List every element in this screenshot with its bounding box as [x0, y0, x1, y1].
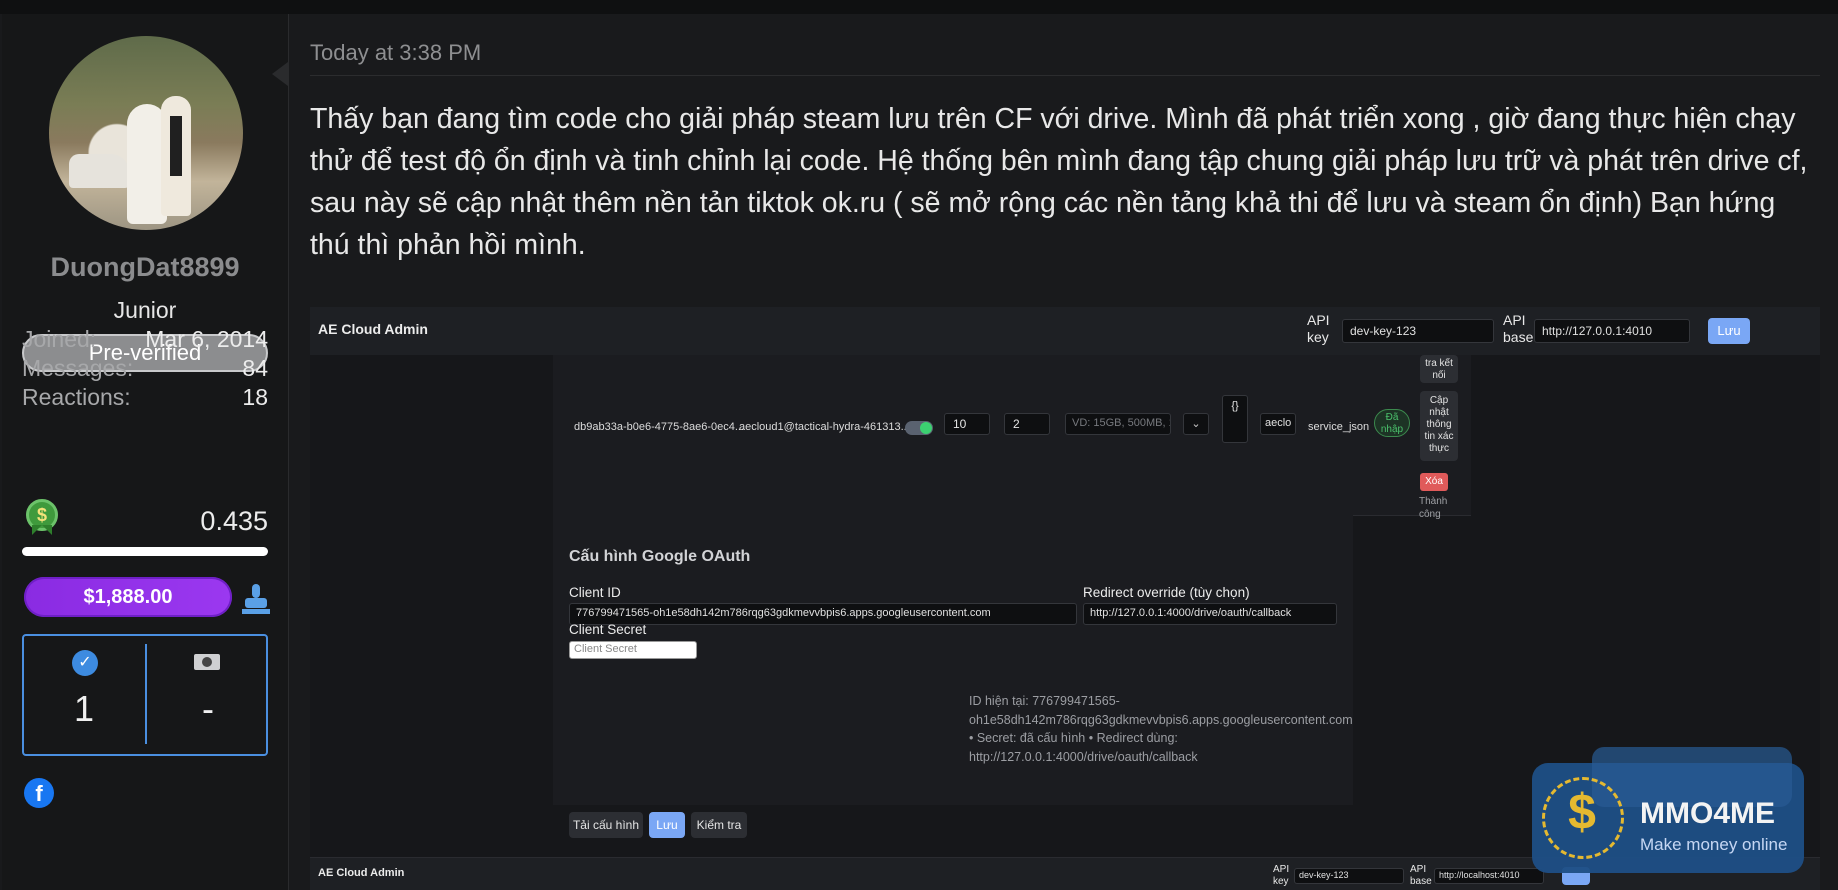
- json-textarea[interactable]: {}: [1222, 395, 1248, 443]
- mmo4me-watermark: $ MMO4ME Make money online: [1532, 747, 1804, 873]
- admin-sidebar: [310, 355, 550, 890]
- stat-label: Messages:: [22, 355, 134, 381]
- weight-input[interactable]: 2: [1004, 413, 1050, 435]
- api-base-label-2: API base: [1410, 864, 1432, 887]
- redirect-label: Redirect override (tùy chọn): [1083, 585, 1250, 600]
- user-column: DuongDat8899 Junior Pre-verified Joined:…: [2, 14, 289, 890]
- trophy-divider: [145, 644, 147, 744]
- api-base-input[interactable]: http://127.0.0.1:4010: [1534, 319, 1690, 343]
- divider: [310, 75, 1820, 76]
- facebook-icon[interactable]: f: [24, 778, 54, 808]
- stat-reactions: Reactions: 18: [22, 384, 268, 411]
- stat-messages: Messages: 84: [22, 355, 268, 382]
- stat-value[interactable]: 84: [242, 355, 268, 382]
- watermark-name: MMO4ME: [1640, 797, 1775, 830]
- avatar-car: [69, 154, 129, 188]
- points-progress-bar: [22, 547, 268, 556]
- post-timestamp[interactable]: Today at 3:38 PM: [310, 40, 481, 66]
- quota-input[interactable]: VD: 15GB, 500MB, 1: [1065, 413, 1171, 435]
- balance-badge[interactable]: $1,888.00: [24, 577, 232, 617]
- credential-type: service_json: [1308, 421, 1370, 433]
- oauth-heading: Cấu hình Google OAuth: [569, 548, 751, 565]
- points-value: 0.435: [200, 506, 268, 536]
- unit-select[interactable]: ⌄: [1183, 413, 1209, 435]
- oauth-save-button[interactable]: Lưu: [649, 812, 685, 838]
- cash-icon: [194, 654, 220, 670]
- reload-config-button[interactable]: Tải cấu hình: [569, 812, 643, 838]
- oauth-check-button[interactable]: Kiểm tra: [691, 812, 747, 838]
- client-secret-label: Client Secret: [569, 622, 647, 637]
- api-base-label: API base: [1503, 312, 1534, 345]
- trophy-count: 1: [73, 688, 95, 729]
- client-secret-input[interactable]: Client Secret: [569, 641, 697, 659]
- status-badge: Đã nhập: [1374, 409, 1410, 437]
- short-name-input[interactable]: aeclo: [1260, 413, 1296, 435]
- api-key-label: API key: [1307, 312, 1330, 345]
- watermark-tagline: Make money online: [1640, 835, 1788, 854]
- update-credentials-button[interactable]: Cập nhật thông tin xác thực: [1420, 391, 1458, 461]
- admin-right-area: [1471, 355, 1820, 805]
- stat-label: Reactions:: [22, 384, 131, 410]
- priority-input[interactable]: 10: [944, 413, 990, 435]
- check-connection-button[interactable]: tra kết nối: [1420, 355, 1458, 383]
- api-base-input-2[interactable]: http://localhost:4010: [1434, 868, 1544, 884]
- stat-value: 18: [242, 384, 268, 410]
- account-email: aecloud1@tactical-hydra-461313...: [739, 421, 910, 433]
- stat-value: Mar 6, 2014: [145, 326, 268, 352]
- delete-button[interactable]: Xóa: [1420, 473, 1448, 491]
- save-button[interactable]: Lưu: [1708, 318, 1750, 344]
- account-row: db9ab33a-b0e6-4775-8ae6-0ec4... aecloud1…: [553, 355, 1471, 520]
- points-progress-fill: [22, 547, 268, 556]
- account-enabled-toggle[interactable]: [905, 421, 933, 435]
- api-key-input[interactable]: dev-key-123: [1342, 319, 1494, 343]
- result-text: Thành công: [1419, 496, 1448, 520]
- post-body: Thấy bạn đang tìm code cho giải pháp ste…: [310, 103, 1808, 261]
- stat-label: Joined:: [22, 326, 97, 352]
- username[interactable]: DuongDat8899: [2, 252, 288, 283]
- admin-brand-2: AE Cloud Admin: [318, 867, 405, 879]
- trophy-box: ✓ 1 -: [22, 634, 268, 756]
- redirect-input[interactable]: http://127.0.0.1:4000/drive/oauth/callba…: [1083, 603, 1337, 625]
- admin-header: AE Cloud Admin API key dev-key-123 API b…: [310, 307, 1820, 355]
- dollar-icon: $: [1568, 784, 1596, 840]
- points-award-icon: $: [24, 499, 60, 543]
- avatar[interactable]: [49, 36, 243, 230]
- oauth-hint: ID hiện tại: 776799471565-oh1e58dh142m78…: [969, 694, 1353, 764]
- client-id-label: Client ID: [569, 585, 621, 600]
- stat-joined: Joined: Mar 6, 2014: [22, 326, 268, 353]
- api-key-label-2: API key: [1273, 864, 1290, 887]
- api-key-input-2[interactable]: dev-key-123: [1294, 868, 1404, 884]
- admin-brand: AE Cloud Admin: [318, 321, 428, 337]
- oauth-panel: Cấu hình Google OAuth Client ID 77679947…: [553, 515, 1353, 838]
- account-id: db9ab33a-b0e6-4775-8ae6-0ec4...: [574, 421, 745, 433]
- message-arrow: [272, 62, 288, 86]
- verified-check-icon: ✓: [72, 650, 98, 676]
- stamp-icon: [242, 584, 270, 616]
- cash-count: -: [202, 688, 214, 729]
- avatar-groom: [161, 96, 191, 216]
- top-strip: [0, 0, 1838, 14]
- user-title: Junior: [113, 297, 177, 323]
